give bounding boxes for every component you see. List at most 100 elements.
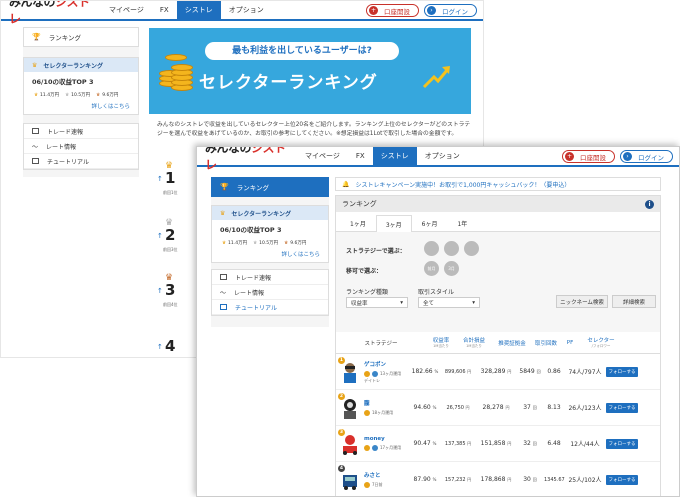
tab-1month[interactable]: 1ヶ月: [340, 215, 376, 231]
tab-3month[interactable]: 3ヶ月: [375, 215, 412, 232]
top3-title: 06/10の収益TOP 3: [32, 78, 94, 86]
strategy-name[interactable]: money: [364, 436, 410, 442]
campaign-banner[interactable]: 🔔 シストレキャンペーン実施中！お取引で1,000円キャッシュバック！（要申込）: [335, 177, 661, 191]
col-selector[interactable]: セレクター/フォロワー: [580, 336, 622, 349]
menu-trade-news[interactable]: トレード速報: [212, 270, 328, 285]
table-row[interactable]: 2 朧 18ヶ月運用 94.60 % 26,750 円 28,278 円 37 回…: [336, 390, 660, 426]
detail-search-button[interactable]: 詳細検索: [612, 295, 656, 308]
info-icon[interactable]: i: [645, 199, 654, 209]
nav-systre[interactable]: シストレ: [372, 147, 417, 165]
period-tabs: 1ヶ月 3ヶ月 6ヶ月 1年: [336, 215, 660, 232]
period-filter-1[interactable]: 前月: [424, 261, 439, 276]
login-icon: ›: [623, 152, 632, 161]
main-nav: マイページ FX シストレ オプション: [101, 1, 272, 19]
col-return[interactable]: 収益率 1M当たり: [426, 336, 456, 349]
selector-box: ♛ セレクターランキング 06/10の収益TOP 3 ♛ 11.4万円 ♛ 10.5万…: [211, 205, 329, 263]
tab-6month[interactable]: 6ヶ月: [412, 215, 448, 231]
selector-ranking-banner: 最も利益を出しているユーザーは? セレクターランキング: [149, 28, 471, 114]
sidebar-ranking[interactable]: 🏆 ランキング: [23, 27, 139, 47]
bronze-crown-icon: ♛: [96, 92, 101, 98]
nickname-search-button[interactable]: ニックネーム検索: [556, 295, 608, 308]
bronze-crown-icon: ♛: [284, 240, 289, 246]
silver-crown-icon: ♛: [253, 240, 258, 246]
strategy-name[interactable]: ゲコポン: [364, 360, 410, 368]
follow-button[interactable]: フォローする: [606, 474, 638, 485]
col-margin[interactable]: 推奨証拠金: [492, 339, 532, 347]
menu-tutorial[interactable]: チュートリアル: [212, 300, 328, 315]
menu-rate-info[interactable]: 〜レート情報: [24, 139, 138, 154]
nav-fx[interactable]: FX: [348, 147, 373, 165]
period-filter-2[interactable]: 3月: [444, 261, 459, 276]
ranking-description: みんなのシストレで収益を出しているセレクター上位20名をご紹介します。ランキング…: [157, 122, 471, 137]
gold-crown-icon: ♛: [34, 92, 39, 98]
login-button[interactable]: › ログイン: [424, 4, 477, 17]
col-strategy[interactable]: ストラテジー: [336, 339, 426, 347]
stat-2: 10.5万円: [71, 93, 91, 98]
grid-icon: [220, 274, 227, 280]
selector-ranking-link[interactable]: ♛ セレクターランキング: [212, 206, 328, 220]
nav-mypage[interactable]: マイページ: [297, 147, 348, 165]
rank-entry[interactable]: ♛ ↑ 2 前回3位: [149, 214, 199, 254]
trophy-icon: 🏆: [32, 33, 41, 41]
bell-icon: 🔔: [342, 180, 350, 188]
user-add-icon: +: [369, 6, 378, 15]
open-account-button[interactable]: + 口座開設: [562, 150, 615, 163]
rank-entry[interactable]: ↑ 4: [149, 325, 199, 357]
building-filter-icon[interactable]: [444, 241, 459, 256]
tab-1year[interactable]: 1年: [447, 215, 477, 231]
nav-option[interactable]: オプション: [221, 1, 272, 19]
sidebar: 🏆 ランキング ♛ セレクターランキング 06/10の収益TOP 3 ♛ 11.4万円…: [211, 177, 329, 327]
table-row[interactable]: 4 みさと 7日前 87.90 % 157,232 円 178,868 円 30 …: [336, 462, 660, 496]
rank-entry[interactable]: ♛ ↑ 3 前回4位: [149, 269, 199, 309]
sidebar-menu: トレード速報 〜レート情報 チュートリアル: [23, 123, 139, 170]
nav-systre[interactable]: シストレ: [176, 1, 221, 19]
trophy-icon: 🏆: [220, 183, 229, 191]
strategy-name[interactable]: みさと: [364, 471, 410, 479]
up-arrow-icon: ↑: [157, 175, 163, 183]
logo[interactable]: みんなのシストレ: [1, 1, 101, 27]
strategy-name[interactable]: 朧: [364, 399, 410, 407]
follow-button[interactable]: フォローする: [606, 366, 638, 377]
table-row[interactable]: 3 money 17ヶ月運用 90.47 % 137,385 円 151,858 …: [336, 426, 660, 462]
rank-type-select[interactable]: 収益率 ▾: [346, 297, 408, 308]
strategy-avatar: 1: [338, 356, 360, 383]
up-arrow-icon: ↑: [157, 287, 163, 295]
top3-title: 06/10の収益TOP 3: [220, 226, 282, 234]
nav-fx[interactable]: FX: [152, 1, 177, 19]
nav-option[interactable]: オプション: [417, 147, 468, 165]
stat-3: 9.6万円: [102, 93, 119, 98]
details-link[interactable]: 詳しくはこちら: [212, 248, 328, 262]
selector-box: ♛ セレクターランキング 06/10の収益TOP 3 ♛ 11.4万円 ♛ 10.5万…: [23, 57, 139, 115]
menu-trade-news[interactable]: トレード速報: [24, 124, 138, 139]
book-icon: [32, 158, 39, 164]
logo[interactable]: みんなのシストレ: [197, 147, 297, 173]
gold-crown-icon: ♛: [222, 240, 227, 246]
open-account-button[interactable]: + 口座開設: [366, 4, 419, 17]
sidebar-ranking[interactable]: 🏆 ランキング: [211, 177, 329, 197]
details-link[interactable]: 詳しくはこちら: [24, 100, 138, 114]
robot-filter-icon[interactable]: [464, 241, 479, 256]
menu-rate-info[interactable]: 〜レート情報: [212, 285, 328, 300]
style-select[interactable]: 全て ▾: [418, 297, 480, 308]
person-icon: [364, 444, 370, 451]
table-row[interactable]: 1 ゲコポン 13ヶ月運用 デイトレ 182.66 % 899,606 円 328,…: [336, 354, 660, 390]
coin-stack-icon: [159, 50, 193, 94]
banner-question: 最も利益を出しているユーザーは?: [205, 42, 399, 60]
selector-ranking-link[interactable]: ♛ セレクターランキング: [24, 58, 138, 72]
strategy-avatar: 3: [338, 428, 360, 455]
col-trades[interactable]: 取引回数: [532, 339, 560, 347]
stat-3: 9.6万円: [290, 241, 307, 246]
rank-entry[interactable]: ♛ ↑ 1 前回1位: [149, 157, 199, 197]
col-pf[interactable]: PF: [560, 340, 580, 346]
stat-1: 11.4万円: [228, 241, 248, 246]
login-button[interactable]: › ログイン: [620, 150, 673, 163]
menu-tutorial[interactable]: チュートリアル: [24, 154, 138, 169]
follow-button[interactable]: フォローする: [606, 402, 638, 413]
follow-button[interactable]: フォローする: [606, 438, 638, 449]
nav-mypage[interactable]: マイページ: [101, 1, 152, 19]
crown-icon: ♛: [32, 61, 38, 69]
col-pnl[interactable]: 合計損益 1M当たり: [456, 336, 492, 349]
robot-icon: [372, 370, 378, 377]
person-filter-icon[interactable]: [424, 241, 439, 256]
chevron-down-icon: ▾: [400, 299, 403, 306]
